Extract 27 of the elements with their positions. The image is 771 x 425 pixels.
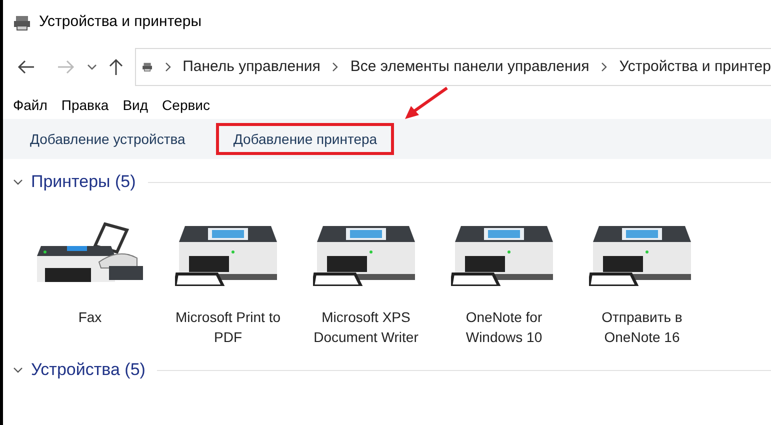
menu-item[interactable]: Файл <box>13 95 48 116</box>
menu-item[interactable]: Сервис <box>162 95 210 116</box>
group-header[interactable]: Устройства (5) <box>31 357 146 383</box>
address-bar[interactable]: Панель управления Все элементы панели управления Устройства и принтер <box>135 48 771 86</box>
breadcrumb[interactable]: Все элементы панели управления <box>350 56 590 78</box>
group-header[interactable]: Принтеры (5) <box>31 169 136 195</box>
dropdown-caret-icon[interactable] <box>87 63 97 71</box>
toolbar-button[interactable]: Добавление принтера <box>216 123 394 155</box>
breadcrumb[interactable]: Панель управления <box>182 56 320 78</box>
chevron-down-icon <box>13 177 23 187</box>
device-label[interactable]: Fax <box>23 307 157 327</box>
chevron-right-icon <box>330 62 340 72</box>
chevron-right-icon <box>162 62 173 72</box>
device-label[interactable]: Отправить в OneNote 16 <box>575 307 709 347</box>
menu-item[interactable]: Правка <box>61 95 109 116</box>
device-label[interactable]: Microsoft XPS Document Writer <box>299 307 433 347</box>
breadcrumb[interactable]: Устройства и принтер <box>619 56 771 78</box>
chevron-down-icon <box>13 365 23 375</box>
toolbar-button[interactable]: Добавление устройства <box>13 123 202 155</box>
window-title: Устройства и принтеры <box>39 12 202 32</box>
up-arrow-icon[interactable] <box>109 58 123 76</box>
device-label[interactable]: OneNote for Windows 10 <box>437 307 571 347</box>
menu-item[interactable]: Вид <box>122 95 148 116</box>
back-arrow-icon[interactable] <box>17 60 35 74</box>
printer-icon <box>13 14 31 30</box>
chevron-right-icon <box>599 62 610 72</box>
device-label[interactable]: Microsoft Print to PDF <box>161 307 295 347</box>
